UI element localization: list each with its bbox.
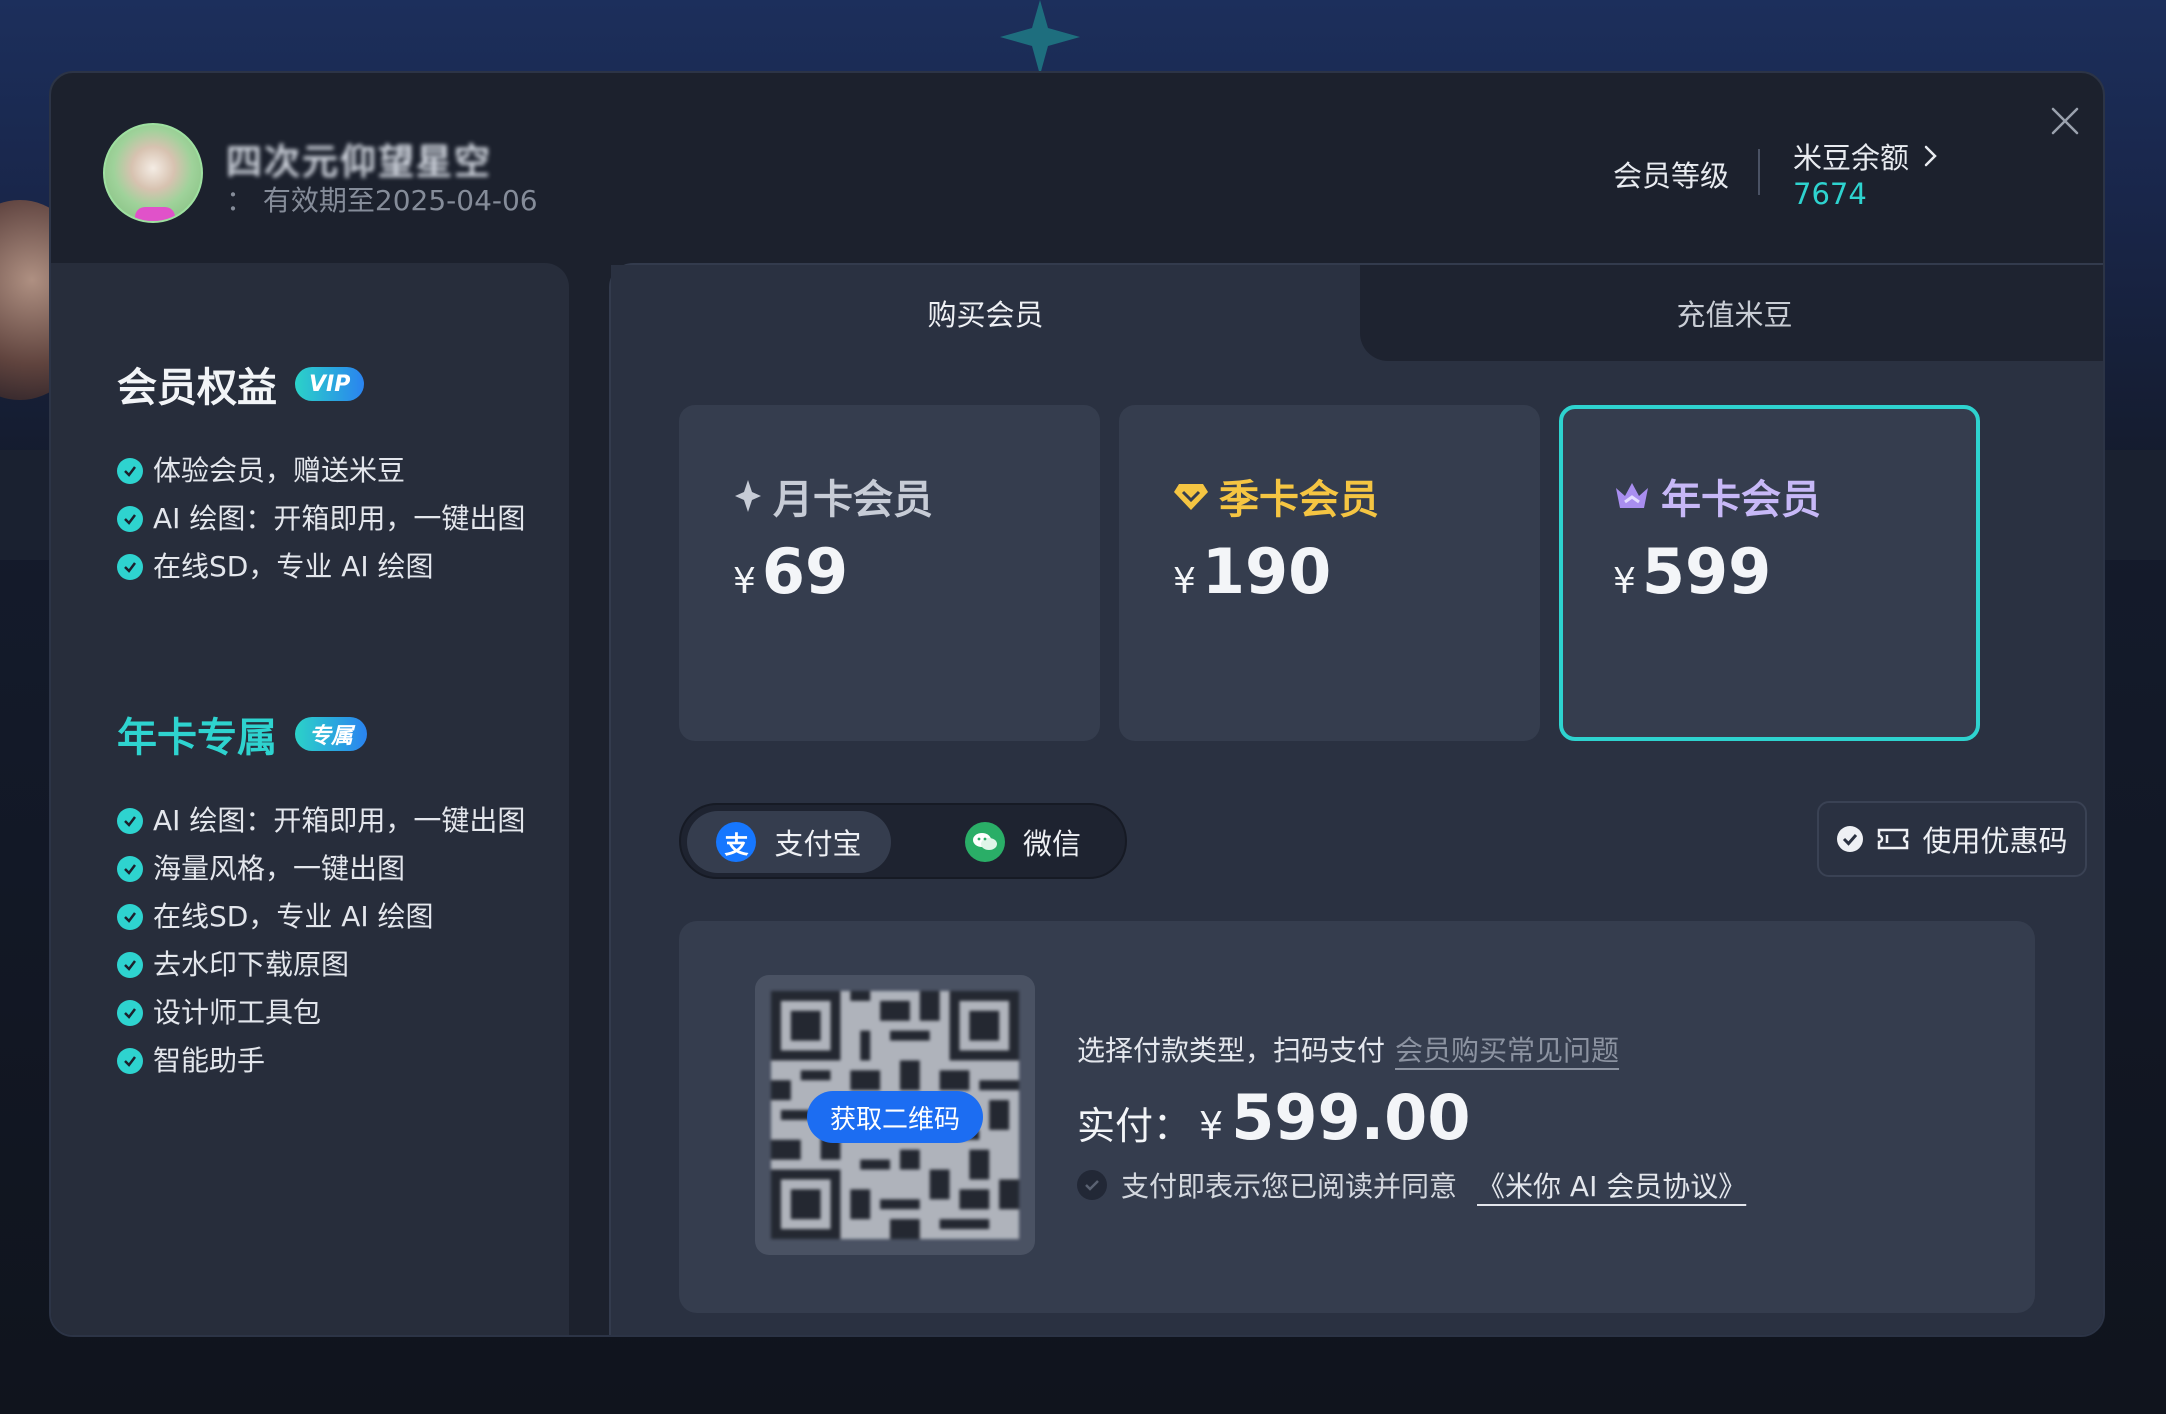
list-item: 设计师工具包 [117,995,537,1031]
alipay-icon: 支 [716,822,757,862]
get-qr-code-button[interactable]: 获取二维码 [807,1091,983,1143]
diamond-icon [1174,484,1208,510]
check-icon [117,458,143,484]
wechat-option[interactable]: 微信 [921,811,1125,873]
purchase-panel: 购买会员 充值米豆 月卡会员 ¥ 69 季卡会员 ¥ 190 年卡会员 ¥ 59… [609,263,2103,1335]
membership-modal: 四次元仰望星空 ： 有效期至2025-04-06 会员等级 米豆余额 7674 … [49,71,2105,1337]
plan-price: ¥ 69 [733,535,849,608]
list-item: 体验会员，赠送米豆 [117,453,537,489]
check-icon [1085,1180,1099,1191]
amount-value: 599.00 [1231,1081,1471,1154]
background-star-icon [1000,0,1080,75]
check-icon [117,1048,143,1074]
username: 四次元仰望星空 [226,142,493,183]
plan-price: ¥ 599 [1613,535,1772,608]
check-icon [117,1000,143,1026]
annual-exclusive-title: 年卡专属 专属 [117,705,368,763]
sparkle-icon [735,480,761,512]
list-item: 海量风格，一键出图 [117,851,537,887]
qr-code: 获取二维码 [755,975,1035,1255]
benefits-panel: 会员权益 VIP 体验会员，赠送米豆 AI 绘图：开箱即用，一键出图 在线SD，… [51,263,569,1335]
check-icon [117,856,143,882]
plan-price: ¥ 190 [1173,535,1332,608]
check-circle-icon [1837,826,1864,852]
user-avatar [103,123,203,223]
annual-exclusive-title-text: 年卡专属 [117,715,277,761]
plan-name: 月卡会员 [733,467,933,525]
check-icon [117,506,143,532]
agreement-link[interactable]: 《米你 AI 会员协议》 [1477,1165,1746,1205]
plan-name: 年卡会员 [1613,467,1821,525]
tab-recharge-beans[interactable]: 充值米豆 [1360,265,2103,361]
check-icon [117,554,143,580]
balance-label: 米豆余额 [1793,141,1910,175]
plan-card-quarterly[interactable]: 季卡会员 ¥ 190 [1119,405,1540,741]
member-level-link[interactable]: 会员等级 [1613,153,1729,195]
payment-instruction: 选择付款类型，扫码支付 会员购买常见问题 [1077,1029,1619,1069]
balance-value: 7674 [1793,177,1867,211]
membership-validity: ： 有效期至2025-04-06 [226,184,538,217]
crown-icon [1616,483,1648,508]
list-item: AI 绘图：开箱即用，一键出图 [117,501,537,537]
check-icon [117,904,143,930]
check-icon [117,952,143,978]
list-item: 去水印下载原图 [117,947,537,983]
tab-buy-membership[interactable]: 购买会员 [611,265,1360,361]
purchase-tabs: 购买会员 充值米豆 [611,265,2103,361]
annual-benefits-list: AI 绘图：开箱即用，一键出图 海量风格，一键出图 在线SD，专业 AI 绘图 … [117,803,537,1091]
payment-amount: 实付： ¥ 599.00 [1077,1081,1471,1154]
list-item: 智能助手 [117,1043,537,1079]
plan-card-monthly[interactable]: 月卡会员 ¥ 69 [679,405,1100,741]
ticket-icon [1878,828,1909,850]
plan-card-annual[interactable]: 年卡会员 ¥ 599 [1559,405,1980,741]
close-button[interactable] [2041,97,2089,145]
list-item: 在线SD，专业 AI 绘图 [117,899,537,935]
alipay-option[interactable]: 支 支付宝 [687,811,891,873]
header-divider [1758,149,1760,195]
list-item: AI 绘图：开箱即用，一键出图 [117,803,537,839]
plan-options: 月卡会员 ¥ 69 季卡会员 ¥ 190 年卡会员 ¥ 599 [679,405,1980,741]
faq-link[interactable]: 会员购买常见问题 [1395,1029,1619,1069]
plan-name: 季卡会员 [1173,467,1379,525]
use-coupon-button[interactable]: 使用优惠码 [1817,801,2087,877]
vip-benefits-list: 体验会员，赠送米豆 AI 绘图：开箱即用，一键出图 在线SD，专业 AI 绘图 [117,453,537,597]
agreement-checkbox[interactable] [1077,1170,1107,1200]
exclusive-badge: 专属 [295,717,368,751]
vip-benefits-title: 会员权益 VIP [117,355,365,413]
list-item: 在线SD，专业 AI 绘图 [117,549,537,585]
wechat-icon [964,822,1005,862]
payment-box: 获取二维码 选择付款类型，扫码支付 会员购买常见问题 实付： ¥ 599.00 … [679,921,2035,1313]
chevron-right-icon [1924,145,1937,167]
vip-benefits-title-text: 会员权益 [117,365,277,411]
payment-method-toggle: 支 支付宝 微信 [679,803,1127,879]
check-icon [117,808,143,834]
balance-link[interactable]: 米豆余额 [1793,135,1939,177]
vip-badge: VIP [295,367,365,401]
agreement-row: 支付即表示您已阅读并同意 《米你 AI 会员协议》 [1077,1165,1746,1205]
close-icon [2051,107,2079,135]
